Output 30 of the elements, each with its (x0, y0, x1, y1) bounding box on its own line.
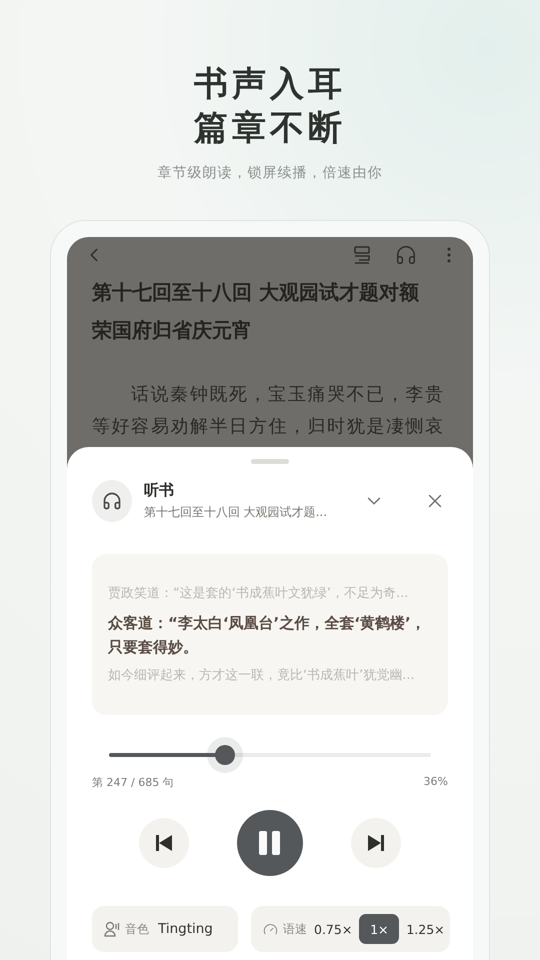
sentence-position: 第 247 / 685 句 (92, 775, 174, 790)
pause-icon (258, 830, 282, 856)
headphones-icon[interactable] (395, 244, 417, 266)
player-title: 听书 (144, 481, 175, 500)
skip-forward-icon (367, 834, 385, 852)
headline: 篇章不断 (194, 107, 346, 150)
chapter-subtitle: 第十七回至十八回 大观园试才题... (144, 504, 328, 521)
speed-label: 语速 (283, 920, 307, 938)
transcript-line: 如今细评起来，方才这一联，竟比‘书成蕉叶’犹觉幽... (108, 666, 416, 684)
voice-label: 音色 (125, 920, 149, 938)
current-sentence: 众客道：“李太白‘凤凰台’之作，全套‘黄鹤楼’，只要套得妙。 (108, 612, 427, 658)
next-button[interactable] (351, 818, 401, 868)
tagline: 章节级朗读，锁屏续播，倍速由你 (158, 164, 382, 182)
voice-selector[interactable]: 音色 Tingting (92, 906, 238, 952)
drag-handle[interactable] (251, 459, 289, 464)
headphones-icon (92, 480, 132, 522)
chapter-text: 话说秦钟既死，宝玉痛哭不已，李贵等好容易劝解半日方住，归时犹是凄恻哀 (92, 383, 446, 439)
voice-icon (104, 921, 120, 937)
speed-option[interactable]: 1.25× (404, 914, 447, 944)
slider-thumb[interactable] (214, 745, 235, 765)
chapter-title: 第十七回至十八回 大观园试才题对额荣国府归省庆元宵 (92, 279, 420, 344)
progress-percent: 36% (424, 775, 448, 790)
skip-back-icon (155, 834, 173, 852)
voice-value: Tingting (158, 921, 213, 937)
speed-icon (263, 922, 278, 936)
transcript-line: 贾政笑道：“这是套的‘书成蕉叶文犹绿’，不足为奇... (108, 584, 410, 602)
speed-option[interactable]: 1× (359, 914, 400, 944)
headline: 书声入耳 (194, 63, 346, 106)
speed-option[interactable]: 0.75× (312, 914, 354, 944)
previous-button[interactable] (139, 818, 189, 868)
